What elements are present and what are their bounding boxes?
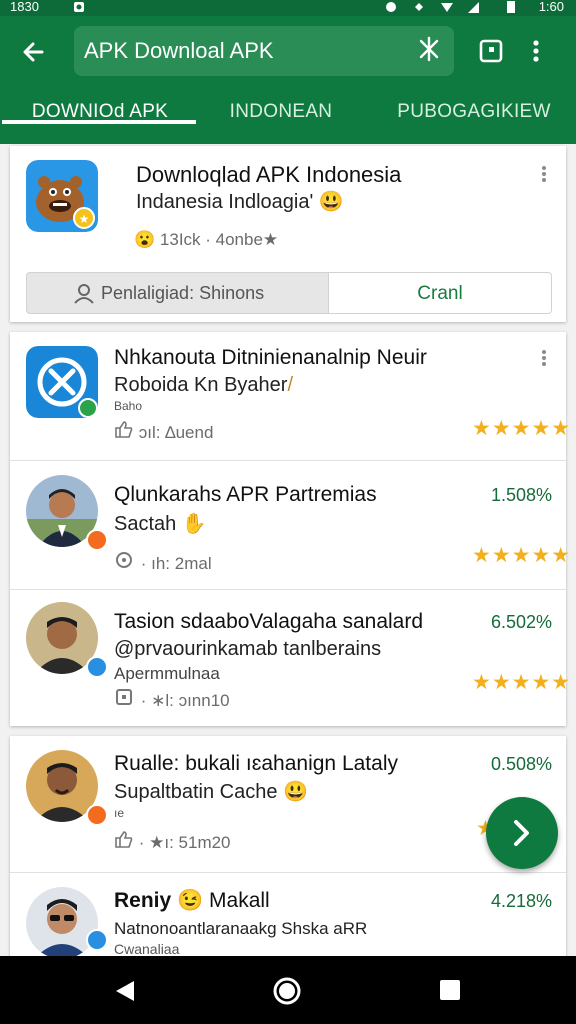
vibrate-icon xyxy=(415,3,423,11)
signal-icon xyxy=(468,2,479,13)
list-item-subtitle: Supaltbatin Cache 😃 xyxy=(114,781,308,803)
tab-publisher-review[interactable]: PUBOGAGIKIEW xyxy=(382,96,566,144)
app-icon-mascot: ★ xyxy=(26,160,98,232)
tab-indonesian[interactable]: INDONEAN xyxy=(200,96,362,144)
list-item-caption: ıe xyxy=(114,806,125,820)
status-clock-right: 1:60 xyxy=(538,0,564,14)
list-item-title: Rualle: bukali ıɛahanign Lataly xyxy=(114,752,398,775)
overflow-menu-icon[interactable] xyxy=(526,34,546,68)
thumb-icon xyxy=(115,421,133,438)
list-item-title: Reniy 😉 Makall xyxy=(114,889,270,912)
app-list-card-2: Rualle: bukali ıɛahanign Lataly Supaltba… xyxy=(10,736,566,958)
clock-icon xyxy=(116,552,132,568)
search-field[interactable]: APK Downloal APK xyxy=(74,26,454,76)
chevron-right-icon xyxy=(486,797,558,869)
badge-icon xyxy=(86,929,108,951)
primary-button-label: Cranl xyxy=(417,283,463,304)
app-icon-tools xyxy=(26,346,98,418)
system-nav-bar xyxy=(0,956,576,1024)
list-item[interactable]: Rualle: bukali ıɛahanign Lataly Supaltba… xyxy=(10,736,566,872)
user-icon xyxy=(74,284,94,304)
badge-icon xyxy=(86,529,108,551)
list-item-title: Qlunkarahs APR Partremias xyxy=(114,483,377,506)
card-menu-icon[interactable] xyxy=(540,164,548,188)
clear-icon[interactable] xyxy=(416,34,442,71)
item-menu-icon[interactable] xyxy=(540,348,548,372)
nav-home-icon[interactable] xyxy=(272,976,302,1006)
list-item-meta: · ∗l: ɔınn10 xyxy=(114,688,230,711)
item-percent: 4.218% xyxy=(490,891,552,911)
alarm-icon xyxy=(386,2,396,12)
item-percent: 6.502% xyxy=(490,612,552,632)
list-item-title: Tasion sdaaboValagaha sanalard xyxy=(114,610,424,633)
share-square-icon[interactable] xyxy=(474,34,508,68)
svg-text:★: ★ xyxy=(79,212,90,226)
secondary-button-label: Penlaligiad: Shinons xyxy=(101,283,265,303)
star-rating: ★★★★★ xyxy=(472,544,572,567)
wifi-icon xyxy=(441,3,453,12)
featured-app-card[interactable]: ★ Downloqlad APK Indonesia Indanesia Ind… xyxy=(10,146,566,322)
list-item[interactable]: Qlunkarahs APR Partremias Sactah ✋ · ıh:… xyxy=(10,461,570,589)
list-item-subtitle: Roboida Kn Byaher/ xyxy=(114,374,294,396)
badge-icon xyxy=(86,804,108,826)
battery-icon xyxy=(507,1,515,13)
app-list-card: Nhkanouta Ditninienanalnip Neuir Roboida… xyxy=(10,332,570,726)
list-item-title: Nhkanouta Ditninienanalnip Neuir xyxy=(114,346,427,369)
list-item-subtitle: Natnonoantlaranaakg Shska aRR xyxy=(114,919,368,938)
list-item-meta: ɔıl: ∆uend xyxy=(114,420,213,443)
app-bar: APK Downloal APK DOWNIOd APK INDONEAN PU… xyxy=(0,16,576,144)
status-time: 1830 xyxy=(10,0,39,14)
list-item-subtitle: @prvaourinkamab tanlberains xyxy=(114,638,382,660)
list-item[interactable]: Reniy 😉 Makall Natnonoantlaranaakg Shska… xyxy=(10,873,566,958)
thumb-icon xyxy=(115,831,133,848)
file-icon xyxy=(116,689,132,705)
list-item-subtitle: Sactah ✋ xyxy=(114,513,207,535)
featured-title: Downloqlad APK Indonesia xyxy=(136,162,402,187)
star-rating: ★★★★★ xyxy=(472,417,572,440)
list-item[interactable]: Tasion sdaaboValagaha sanalard @prvaouri… xyxy=(10,590,570,726)
list-item-meta: · ıh: 2mal xyxy=(114,551,212,574)
item-percent: 0.508% xyxy=(490,754,552,774)
next-fab-button[interactable] xyxy=(486,797,558,869)
item-percent: 1.508% xyxy=(490,485,552,505)
featured-subtitle: Indanesia Indloagia' 😃 xyxy=(136,191,344,213)
secondary-button[interactable]: Penlaligiad: Shinons xyxy=(26,272,328,314)
avatar xyxy=(26,887,98,958)
badge-icon xyxy=(86,656,108,678)
nav-recents-icon[interactable] xyxy=(438,978,462,1002)
search-query[interactable]: APK Downloal APK xyxy=(84,38,274,64)
status-bar: 1830 1:60 xyxy=(0,0,576,16)
list-item-meta: · ★ı: 51m20 xyxy=(114,830,231,853)
tab-indicator xyxy=(2,120,196,124)
back-arrow-icon[interactable] xyxy=(16,34,52,70)
list-item-caption: Baho xyxy=(114,399,143,413)
list-item-caption: Apermmulnaa xyxy=(114,664,220,683)
notification-icon xyxy=(74,2,84,12)
primary-button[interactable]: Cranl xyxy=(328,272,552,314)
star-rating: ★★★★★ xyxy=(472,671,572,694)
list-item[interactable]: Nhkanouta Ditninienanalnip Neuir Roboida… xyxy=(10,332,570,460)
nav-back-icon[interactable] xyxy=(112,978,138,1004)
list-item-caption: Cwanaliaa xyxy=(114,941,180,957)
featured-meta: 😮 13Ick · 4onbe★ xyxy=(134,230,279,249)
